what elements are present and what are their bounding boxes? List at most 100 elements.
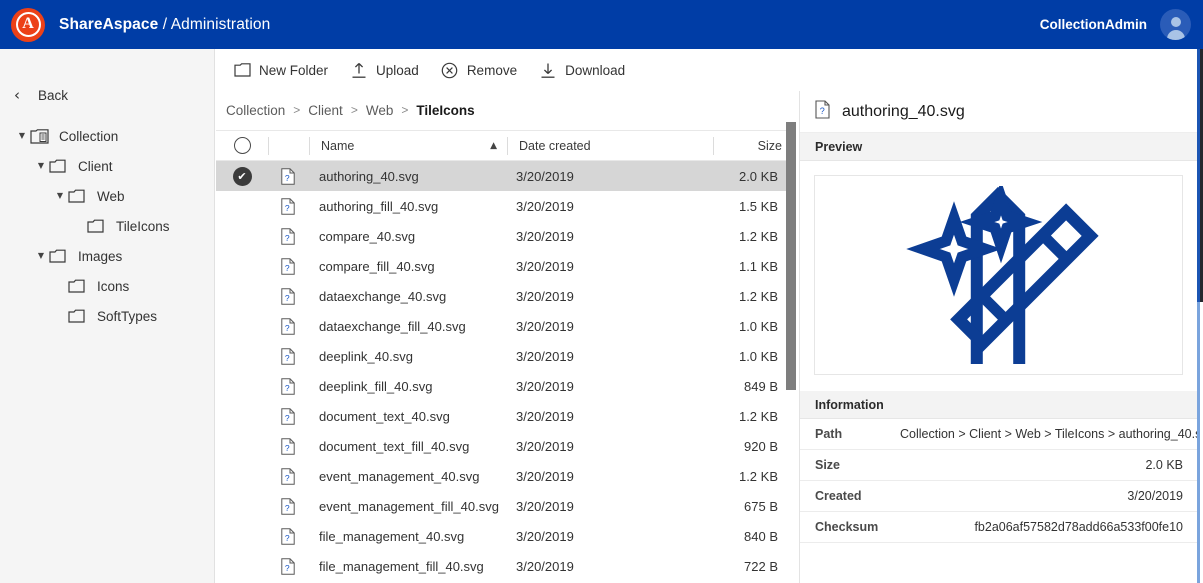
upload-button[interactable]: Upload [349,55,419,85]
info-value: 3/20/2019 [1127,489,1183,503]
table-row[interactable]: ?event_management_fill_40.svg3/20/201967… [216,491,796,521]
column-header-name[interactable]: Name ▲ [310,139,507,153]
file-date-cell: 3/20/2019 [505,499,710,514]
file-list-scrollbar[interactable] [786,122,796,583]
file-name-cell[interactable]: file_management_fill_40.svg [308,559,505,574]
select-all-circle-icon[interactable] [234,137,251,154]
file-size-cell: 1.2 KB [710,229,790,244]
brand-name: ShareAspace [59,16,158,33]
file-type-icon: ? [268,168,308,185]
information-table: PathCollection > Client > Web > TileIcon… [800,419,1197,543]
tree-item-client[interactable]: ▼Client [0,151,214,181]
file-date-cell: 3/20/2019 [505,169,710,184]
table-row[interactable]: ?deeplink_40.svg3/20/20191.0 KB [216,341,796,371]
svg-text:?: ? [285,563,290,573]
file-size-cell: 1.5 KB [710,199,790,214]
table-row[interactable]: ?compare_fill_40.svg3/20/20191.1 KB [216,251,796,281]
table-row[interactable]: ✔?authoring_40.svg3/20/20192.0 KB [216,161,796,191]
file-name-cell[interactable]: event_management_fill_40.svg [308,499,505,514]
file-name-cell[interactable]: deeplink_fill_40.svg [308,379,505,394]
file-type-icon: ? [268,378,308,395]
brand-separator: / [158,16,170,33]
file-name-cell[interactable]: dataexchange_fill_40.svg [308,319,505,334]
chevron-down-icon[interactable]: ▼ [52,192,68,200]
file-name-cell[interactable]: compare_fill_40.svg [308,259,505,274]
chevron-down-icon[interactable]: ▼ [33,162,49,170]
new-folder-button[interactable]: New Folder [232,55,328,85]
table-row[interactable]: ?authoring_fill_40.svg3/20/20191.5 KB [216,191,796,221]
column-header-date[interactable]: Date created [508,139,713,153]
toolbar: New Folder Upload Remove Download [216,49,1203,91]
tree-item-web[interactable]: ▼Web [0,181,214,211]
table-row[interactable]: ?document_text_fill_40.svg3/20/2019920 B [216,431,796,461]
file-date-cell: 3/20/2019 [505,469,710,484]
tree-item-collection[interactable]: ▼Collection [0,121,214,151]
tree-item-tileicons[interactable]: ▼TileIcons [0,211,214,241]
file-name-cell[interactable]: file_management_40.svg [308,529,505,544]
file-date-cell: 3/20/2019 [505,409,710,424]
select-all-cell[interactable] [216,137,268,154]
upload-arrow-icon [349,61,369,79]
tree-item-images[interactable]: ▼Images [0,241,214,271]
header-divider-1 [268,137,269,155]
table-row[interactable]: ?compare_40.svg3/20/20191.2 KB [216,221,796,251]
column-header-name-label: Name [321,139,354,153]
file-name-cell[interactable]: authoring_40.svg [308,169,505,184]
app-header: A ShareAspace / Administration Collectio… [0,0,1203,49]
file-name-cell[interactable]: compare_40.svg [308,229,505,244]
table-row[interactable]: ?dataexchange_fill_40.svg3/20/20191.0 KB [216,311,796,341]
file-type-icon: ? [268,408,308,425]
table-row[interactable]: ?document_text_40.svg3/20/20191.2 KB [216,401,796,431]
back-button[interactable]: ‹ Back [0,77,214,113]
chevron-down-icon[interactable]: ▼ [14,132,30,140]
file-date-cell: 3/20/2019 [505,559,710,574]
info-row-path: PathCollection > Client > Web > TileIcon… [800,419,1197,450]
row-selected-check-icon[interactable]: ✔ [233,167,252,186]
file-date-cell: 3/20/2019 [505,349,710,364]
file-size-cell: 722 B [710,559,790,574]
file-name-cell[interactable]: authoring_fill_40.svg [308,199,505,214]
avatar-person-icon [1160,9,1191,40]
file-size-cell: 1.0 KB [710,349,790,364]
chevron-down-icon[interactable]: ▼ [33,252,49,260]
column-header-size[interactable]: Size [714,139,794,153]
tree-item-label: SoftTypes [97,309,157,324]
table-row[interactable]: ?file_management_40.svg3/20/2019840 B [216,521,796,551]
breadcrumb-item-web[interactable]: Web [366,103,394,118]
tree-item-icons[interactable]: ▼Icons [0,271,214,301]
download-button[interactable]: Download [538,55,625,85]
file-name-cell[interactable]: document_text_fill_40.svg [308,439,505,454]
app-logo[interactable]: A [11,8,45,42]
file-type-icon: ? [268,498,308,515]
file-type-icon: ? [268,288,308,305]
file-name-cell[interactable]: document_text_40.svg [308,409,505,424]
information-section-header: Information [800,391,1197,419]
breadcrumb-item-collection[interactable]: Collection [226,103,285,118]
folder-icon [49,249,71,263]
file-list-scrollbar-thumb[interactable] [786,122,796,390]
file-name-cell[interactable]: event_management_40.svg [308,469,505,484]
table-row[interactable]: ?event_management_40.svg3/20/20191.2 KB [216,461,796,491]
breadcrumb: Collection>Client>Web>TileIcons [216,91,796,130]
breadcrumb-item-client[interactable]: Client [308,103,343,118]
file-date-cell: 3/20/2019 [505,319,710,334]
table-row[interactable]: ?dataexchange_40.svg3/20/20191.2 KB [216,281,796,311]
svg-text:?: ? [285,263,290,273]
breadcrumb-separator: > [351,103,358,117]
file-date-cell: 3/20/2019 [505,289,710,304]
avatar[interactable] [1160,9,1191,40]
file-date-cell: 3/20/2019 [505,439,710,454]
remove-button[interactable]: Remove [440,55,517,85]
file-size-cell: 675 B [710,499,790,514]
file-type-icon: ? [268,468,308,485]
detail-file-name: authoring_40.svg [842,103,965,121]
file-name-cell[interactable]: deeplink_40.svg [308,349,505,364]
info-key: Created [815,489,900,503]
tree-item-softtypes[interactable]: ▼SoftTypes [0,301,214,331]
file-name-cell[interactable]: dataexchange_40.svg [308,289,505,304]
tree-item-label: Icons [97,279,129,294]
table-row[interactable]: ? file_management_fill_40.svg3/20/2019722… [216,551,796,581]
toolbar-button-label: Remove [467,63,517,78]
row-select-cell[interactable]: ✔ [216,167,268,186]
table-row[interactable]: ?deeplink_fill_40.svg3/20/2019849 B [216,371,796,401]
